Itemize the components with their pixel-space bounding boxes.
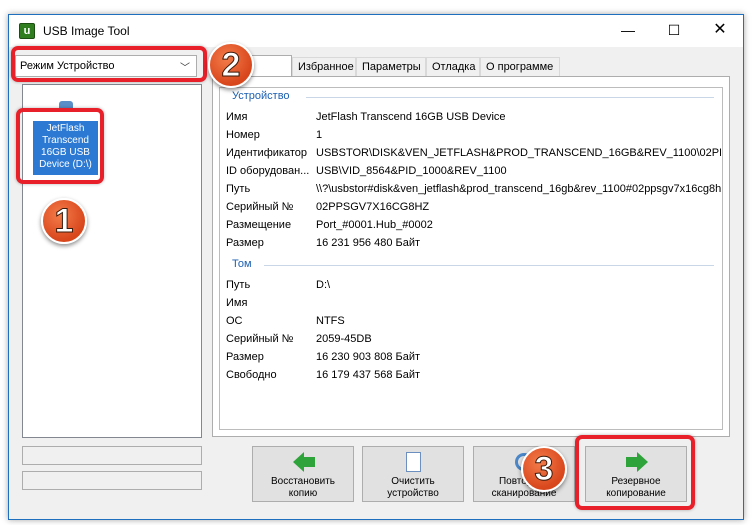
property-row: Размещение Port_#0001.Hub_#0002 [226, 219, 721, 235]
property-key: Номер [226, 129, 260, 141]
group-divider [306, 97, 714, 98]
group-header-volume: Том [232, 258, 252, 270]
property-value: USB\VID_8564&PID_1000&REV_1100 [316, 165, 507, 177]
property-value: Port_#0001.Hub_#0002 [316, 219, 433, 231]
property-key: Серийный № [226, 201, 294, 213]
property-row: Серийный № 2059-45DB [226, 333, 721, 349]
property-key: Имя [226, 111, 248, 123]
step-badge-1: 1 [41, 198, 87, 244]
clean-button[interactable]: Очистить устройство [362, 446, 464, 502]
property-key: Имя [226, 297, 248, 309]
app-icon: u [19, 23, 35, 39]
property-key: Путь [226, 183, 251, 195]
property-value: D:\ [316, 279, 331, 291]
property-value: 02PPSGV7X16CG8HZ [316, 201, 430, 213]
tab-favorites[interactable]: Избранное [292, 57, 356, 77]
property-row: Номер 1 [226, 129, 721, 145]
highlight-device-tile [16, 108, 104, 184]
highlight-backup-button [575, 435, 695, 510]
property-value: 16 230 903 808 Байт [316, 351, 421, 363]
tab-debug[interactable]: Отладка [426, 57, 480, 77]
property-key: ID оборудован... [226, 165, 310, 177]
restore-button[interactable]: Восстановить копию [252, 446, 354, 502]
property-row: ОС NTFS [226, 315, 721, 331]
property-key: Размер [226, 351, 264, 363]
info-panel: Устройство Имя JetFlash Transcend 16GB US… [212, 76, 730, 437]
property-value: 16 179 437 568 Байт [316, 369, 421, 381]
property-value: NTFS [316, 315, 345, 327]
property-key: Размер [226, 237, 264, 249]
property-key: Путь [226, 279, 251, 291]
property-key: Серийный № [226, 333, 294, 345]
rescan-label-line: сканирование [491, 488, 557, 499]
property-row: Путь D:\ [226, 279, 721, 295]
step-badge-3: 3 [521, 446, 567, 492]
property-key: ОС [226, 315, 243, 327]
property-row: Путь \\?\usbstor#disk&ven_jetflash&prod_t… [226, 183, 721, 199]
property-value: JetFlash Transcend 16GB USB Device [316, 111, 506, 123]
property-value: 1 [316, 129, 323, 141]
clean-label-line: устройство [387, 488, 439, 499]
property-value: 16 231 956 480 Байт [316, 237, 421, 249]
tab-about[interactable]: О программе [480, 57, 560, 77]
property-value: \\?\usbstor#disk&ven_jetflash&prod_trans… [316, 183, 721, 195]
step-badge-2: 2 [208, 42, 254, 88]
status-field-2 [22, 471, 202, 490]
maximize-button[interactable]: ☐ [651, 15, 697, 46]
property-row: Имя [226, 297, 721, 313]
status-field-1 [22, 446, 202, 465]
property-row: Имя JetFlash Transcend 16GB USB Device [226, 111, 721, 127]
info-properties: Устройство Имя JetFlash Transcend 16GB US… [219, 87, 723, 430]
property-row: ID оборудован... USB\VID_8564&PID_1000&RE… [226, 165, 721, 181]
tab-settings[interactable]: Параметры [356, 57, 426, 77]
property-value: USBSTOR\DISK&VEN_JETFLASH&PROD_TRANSCEND… [316, 147, 721, 159]
property-key: Идентификатор [226, 147, 307, 159]
highlight-mode-select [11, 46, 207, 82]
property-row: Размер 16 230 903 808 Байт [226, 351, 721, 367]
property-row: Размер 16 231 956 480 Байт [226, 237, 721, 253]
property-row: Серийный № 02PPSGV7X16CG8HZ [226, 201, 721, 217]
group-header-device: Устройство [232, 90, 290, 102]
restore-label-line: Восстановить [270, 476, 336, 487]
minimize-button[interactable]: — [605, 15, 651, 46]
property-key: Свободно [226, 369, 277, 381]
property-value: 2059-45DB [316, 333, 372, 345]
close-button[interactable]: ✕ [697, 15, 743, 46]
title-bar[interactable]: u USB Image Tool — ☐ ✕ [9, 15, 743, 47]
restore-label-line: копию [288, 488, 318, 499]
document-icon [403, 452, 425, 472]
property-key: Размещение [226, 219, 292, 231]
arrow-left-icon [293, 452, 315, 472]
property-row: Идентификатор USBSTOR\DISK&VEN_JETFLASH&P… [226, 147, 721, 163]
clean-label-line: Очистить [391, 476, 435, 487]
property-row: Свободно 16 179 437 568 Байт [226, 369, 721, 385]
group-divider [264, 265, 714, 266]
window-title: USB Image Tool [43, 24, 130, 38]
